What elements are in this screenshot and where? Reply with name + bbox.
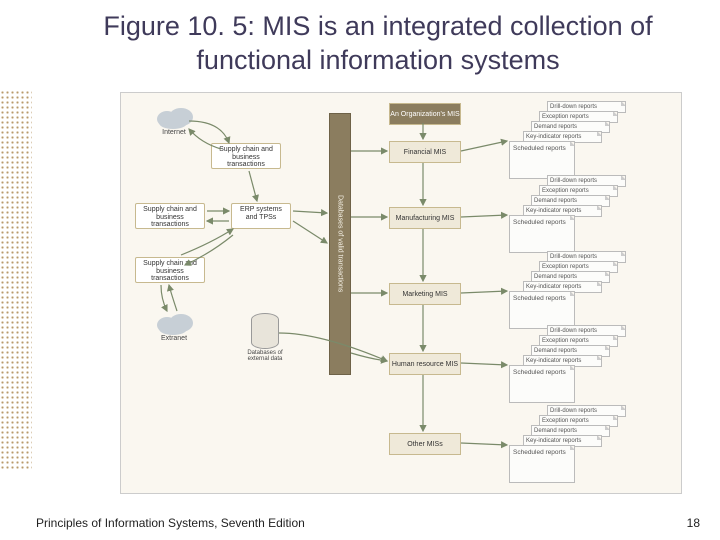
footer-text: Principles of Information Systems, Seven… (36, 516, 305, 530)
mis-marketing: Marketing MIS (389, 283, 461, 305)
cloud-internet-label: Internet (149, 129, 199, 136)
mis-manufacturing: Manufacturing MIS (389, 207, 461, 229)
mis-diagram: Internet Extranet Supply chain and busin… (120, 92, 682, 494)
cloud-extranet: Extranet (149, 311, 199, 342)
db-external: Databases of external data (245, 313, 285, 363)
mis-hr: Human resource MIS (389, 353, 461, 375)
reports-manufacturing: Drill-down reports Exception reports Dem… (499, 175, 634, 235)
slide: Figure 10. 5: MIS is an integrated colle… (0, 0, 720, 540)
report-scheduled: Scheduled reports (509, 445, 575, 483)
box-supply-chain-2: Supply chain and business transactions (135, 203, 205, 229)
reports-financial: Drill-down reports Exception reports Dem… (499, 101, 634, 161)
mis-financial: Financial MIS (389, 141, 461, 163)
report-scheduled: Scheduled reports (509, 291, 575, 329)
reports-hr: Drill-down reports Exception reports Dem… (499, 325, 634, 385)
reports-marketing: Drill-down reports Exception reports Dem… (499, 251, 634, 311)
page-number: 18 (687, 516, 700, 530)
report-scheduled: Scheduled reports (509, 215, 575, 253)
db-cylinder-icon (251, 313, 279, 349)
mis-header: An Organization's MIS (389, 103, 461, 125)
box-supply-chain-1: Supply chain and business transactions (211, 143, 281, 169)
reports-other: Drill-down reports Exception reports Dem… (499, 405, 634, 465)
box-supply-chain-3: Supply chain and business transactions (135, 257, 205, 283)
mis-other: Other MISs (389, 433, 461, 455)
cloud-internet: Internet (149, 105, 199, 136)
db-external-label: Databases of external data (245, 350, 285, 363)
db-valid-transactions-bar: Databases of valid transactions (329, 113, 351, 375)
slide-title: Figure 10. 5: MIS is an integrated colle… (36, 10, 720, 78)
cloud-extranet-label: Extranet (149, 335, 199, 342)
report-scheduled: Scheduled reports (509, 365, 575, 403)
decorative-dots (0, 90, 32, 470)
box-erp-tps: ERP systems and TPSs (231, 203, 291, 229)
report-scheduled: Scheduled reports (509, 141, 575, 179)
